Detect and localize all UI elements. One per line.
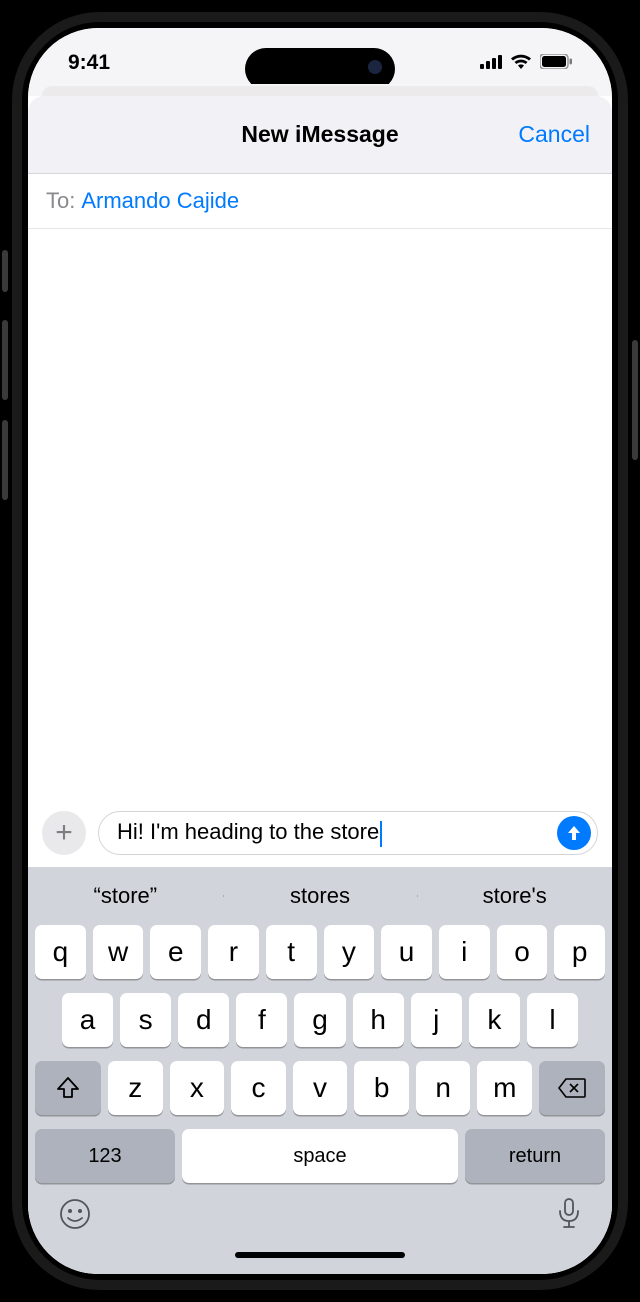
dictation-button[interactable]: [556, 1197, 582, 1236]
key-v[interactable]: v: [293, 1061, 348, 1115]
send-button[interactable]: [557, 816, 591, 850]
key-n[interactable]: n: [416, 1061, 471, 1115]
suggestion-1[interactable]: “store”: [28, 883, 223, 909]
emoji-button[interactable]: [58, 1197, 92, 1236]
key-q[interactable]: q: [35, 925, 86, 979]
key-f[interactable]: f: [236, 993, 287, 1047]
key-t[interactable]: t: [266, 925, 317, 979]
home-indicator[interactable]: [28, 1244, 612, 1274]
key-g[interactable]: g: [294, 993, 345, 1047]
camera-dot: [368, 60, 382, 74]
key-w[interactable]: w: [93, 925, 144, 979]
key-y[interactable]: y: [324, 925, 375, 979]
arrow-up-icon: [565, 824, 583, 842]
key-h[interactable]: h: [353, 993, 404, 1047]
cancel-button[interactable]: Cancel: [518, 121, 590, 148]
sheet-background-hint: [28, 84, 612, 96]
emoji-icon: [58, 1197, 92, 1231]
text-cursor: [380, 821, 382, 847]
status-time: 9:41: [68, 51, 110, 75]
key-l[interactable]: l: [527, 993, 578, 1047]
key-a[interactable]: a: [62, 993, 113, 1047]
suggestion-bar: “store” stores store's: [28, 867, 612, 925]
new-message-sheet: New iMessage Cancel To: Armando Cajide +…: [28, 96, 612, 1274]
key-k[interactable]: k: [469, 993, 520, 1047]
add-attachment-button[interactable]: +: [42, 811, 86, 855]
message-text: Hi! I'm heading to the store: [117, 819, 379, 844]
suggestion-3[interactable]: store's: [417, 883, 612, 909]
cellular-icon: [480, 51, 502, 75]
key-r[interactable]: r: [208, 925, 259, 979]
compose-bar: + Hi! I'm heading to the store: [28, 801, 612, 867]
sheet-header: New iMessage Cancel: [28, 96, 612, 174]
suggestion-2[interactable]: stores: [223, 883, 418, 909]
wifi-icon: [510, 51, 532, 75]
numbers-key[interactable]: 123: [35, 1129, 175, 1183]
recipient-field[interactable]: To: Armando Cajide: [28, 174, 612, 229]
shift-icon: [56, 1077, 80, 1099]
backspace-icon: [558, 1078, 586, 1098]
key-m[interactable]: m: [477, 1061, 532, 1115]
key-z[interactable]: z: [108, 1061, 163, 1115]
conversation-area: [28, 229, 612, 801]
return-key[interactable]: return: [465, 1129, 605, 1183]
microphone-icon: [556, 1197, 582, 1231]
key-d[interactable]: d: [178, 993, 229, 1047]
keyboard: “store” stores store's q w e r t y u i o…: [28, 867, 612, 1274]
key-e[interactable]: e: [150, 925, 201, 979]
recipient-name: Armando Cajide: [81, 188, 239, 214]
key-i[interactable]: i: [439, 925, 490, 979]
key-c[interactable]: c: [231, 1061, 286, 1115]
to-label: To:: [46, 188, 75, 214]
battery-icon: [540, 51, 572, 75]
plus-icon: +: [55, 816, 73, 850]
sheet-title: New iMessage: [241, 121, 398, 148]
key-s[interactable]: s: [120, 993, 171, 1047]
key-j[interactable]: j: [411, 993, 462, 1047]
backspace-key[interactable]: [539, 1061, 605, 1115]
key-u[interactable]: u: [381, 925, 432, 979]
key-o[interactable]: o: [497, 925, 548, 979]
key-p[interactable]: p: [554, 925, 605, 979]
shift-key[interactable]: [35, 1061, 101, 1115]
key-b[interactable]: b: [354, 1061, 409, 1115]
message-input[interactable]: Hi! I'm heading to the store: [98, 811, 598, 855]
phone-frame: 9:41 New iMessage Cancel To:: [12, 12, 628, 1290]
key-x[interactable]: x: [170, 1061, 225, 1115]
space-key[interactable]: space: [182, 1129, 458, 1183]
